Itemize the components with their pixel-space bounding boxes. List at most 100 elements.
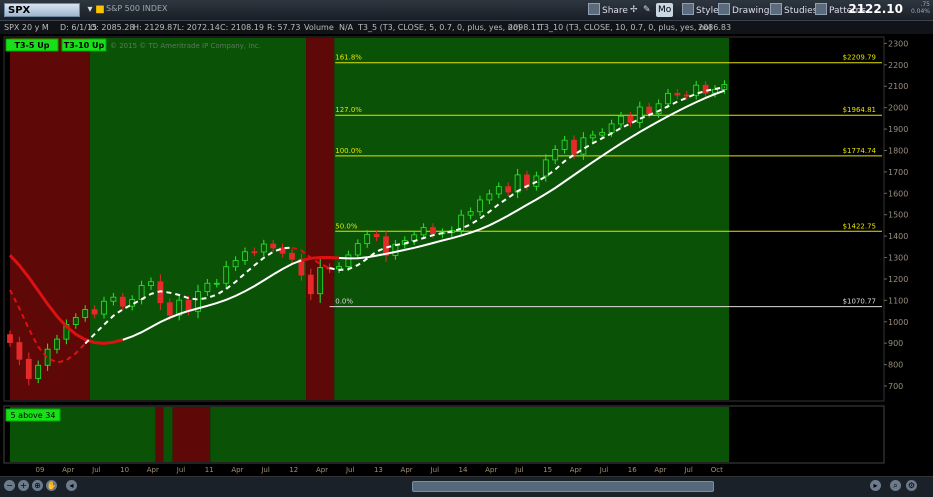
t3-5-label: T3_5 (T3, CLOSE, 5, 0.7, 0, plus, yes, n… — [358, 23, 521, 32]
studies-button[interactable]: Studies — [768, 3, 819, 17]
candle-body — [110, 296, 117, 302]
candle-body — [636, 106, 643, 123]
y-tick-label: 2200 — [888, 61, 908, 70]
copyright-label: © 2015 © TD Ameritrade IP Company, Inc. — [110, 42, 261, 50]
patterns-icon — [815, 3, 827, 15]
bar-close: C: 2108.19 — [220, 23, 264, 32]
candle-body — [204, 282, 211, 292]
region-red-2 — [306, 38, 335, 400]
lock-icon[interactable]: ■ — [94, 3, 106, 16]
candle-body — [364, 234, 371, 245]
candle-body — [702, 84, 709, 94]
fib-level-label: 100.0% — [335, 147, 362, 155]
y-tick-label: 700 — [888, 382, 903, 391]
x-tick-label: Apr — [147, 466, 159, 474]
candle-body — [420, 227, 427, 236]
x-tick-label: Oct — [711, 466, 723, 474]
x-tick-label: Apr — [654, 466, 666, 474]
candle-body — [35, 364, 42, 379]
candle-body — [552, 149, 559, 161]
candle-body — [571, 139, 577, 155]
crosshair-icon[interactable]: ✢ — [628, 3, 640, 17]
y-tick-label: 1800 — [888, 146, 908, 155]
candle-body — [91, 309, 98, 315]
zoom-icon[interactable]: ⌕ — [890, 480, 901, 491]
x-tick-label: Jul — [430, 466, 440, 474]
fib-level-label: 50.0% — [335, 222, 358, 230]
x-tick-label: Apr — [485, 466, 497, 474]
candle-body — [119, 296, 126, 307]
settings-icon[interactable]: ⚙ — [906, 480, 917, 491]
candle-body — [54, 338, 60, 350]
candle-body — [148, 281, 154, 286]
candle-body — [561, 139, 568, 150]
x-tick-label: Apr — [62, 466, 74, 474]
change-percent: 0.04% — [910, 8, 930, 15]
pan-icon[interactable]: ✋ — [46, 480, 57, 491]
candle-body — [166, 302, 173, 316]
x-tick-label: Apr — [231, 466, 243, 474]
x-tick-label: Jul — [599, 466, 609, 474]
candle-body — [101, 300, 107, 315]
x-tick-label: 16 — [628, 466, 637, 474]
toolbar: SPX ▾ ■ S&P 500 INDEX Share ✢ ✎ Mo Style… — [0, 0, 933, 21]
y-tick-label: 1200 — [888, 275, 908, 284]
zoom-fit-icon[interactable]: ⊕ — [32, 480, 43, 491]
candle-body — [307, 274, 314, 295]
candle-body — [336, 266, 342, 270]
volume-label: Volume — [304, 23, 334, 32]
candle-body — [618, 115, 624, 125]
y-tick-label: 1400 — [888, 232, 908, 241]
change-points: .75 — [920, 1, 930, 8]
x-tick-label: 09 — [36, 466, 45, 474]
zoom-in-icon[interactable]: + — [18, 480, 29, 491]
share-label: Share — [602, 6, 628, 16]
fib-price-label: $1964.81 — [843, 106, 876, 114]
x-tick-label: Jul — [514, 466, 524, 474]
lower-region-green-4 — [210, 407, 730, 462]
wrench-icon[interactable]: ✎ — [641, 3, 653, 17]
region-green-1 — [89, 38, 307, 400]
scroll-thumb[interactable] — [412, 481, 714, 492]
mo-button[interactable]: Mo — [656, 3, 674, 17]
index-name: S&P 500 INDEX — [106, 4, 168, 13]
scroll-left-icon[interactable]: ◂ — [66, 480, 77, 491]
share-button[interactable]: Share — [586, 3, 630, 17]
t3-10-label: T3_10 (T3, CLOSE, 10, 0.7, 0, plus, yes,… — [539, 23, 713, 32]
fib-price-label: $2209.79 — [843, 54, 876, 62]
candle-body — [16, 342, 23, 360]
candle-body — [580, 137, 587, 155]
x-tick-label: Jul — [260, 466, 270, 474]
y-tick-label: 1500 — [888, 211, 908, 220]
candle-body — [721, 84, 728, 90]
x-tick-label: Jul — [683, 466, 693, 474]
lower-region-red-3 — [172, 407, 211, 462]
y-tick-label: 900 — [888, 339, 903, 348]
y-tick-label: 2000 — [888, 104, 908, 113]
x-tick-label: Apr — [401, 466, 413, 474]
x-tick-label: 14 — [459, 466, 468, 474]
y-tick-label: 1900 — [888, 125, 908, 134]
x-tick-label: 15 — [543, 466, 552, 474]
scroll-right-icon[interactable]: ▸ — [870, 480, 881, 491]
x-tick-label: 12 — [289, 466, 298, 474]
candle-body — [260, 243, 267, 253]
time-scrollbar[interactable]: − + ⊕ ✋ ◂ ▸ ⌕ ⚙ — [0, 476, 933, 497]
x-tick-label: Jul — [91, 466, 101, 474]
y-tick-label: 2100 — [888, 82, 908, 91]
x-tick-label: Apr — [570, 466, 582, 474]
y-tick-label: 800 — [888, 361, 903, 370]
style-button[interactable]: Style — [680, 3, 721, 17]
y-tick-label: 1700 — [888, 168, 908, 177]
zoom-out-icon[interactable]: − — [4, 480, 15, 491]
candle-body — [232, 260, 239, 268]
candle-body — [317, 267, 324, 295]
candle-body — [646, 106, 653, 115]
x-tick-label: Jul — [176, 466, 186, 474]
bar-open: O: 2085.28 — [90, 23, 135, 32]
candle-body — [430, 227, 436, 234]
badge-t3-10-up-label: T3-10 Up — [64, 41, 105, 50]
fib-level-label: 0.0% — [335, 298, 353, 306]
symbol-input[interactable]: SPX — [4, 3, 80, 17]
price-chart[interactable]: 700 800 900 1000 1100 1200 1300 1400 1500 1600 170… — [0, 34, 933, 476]
